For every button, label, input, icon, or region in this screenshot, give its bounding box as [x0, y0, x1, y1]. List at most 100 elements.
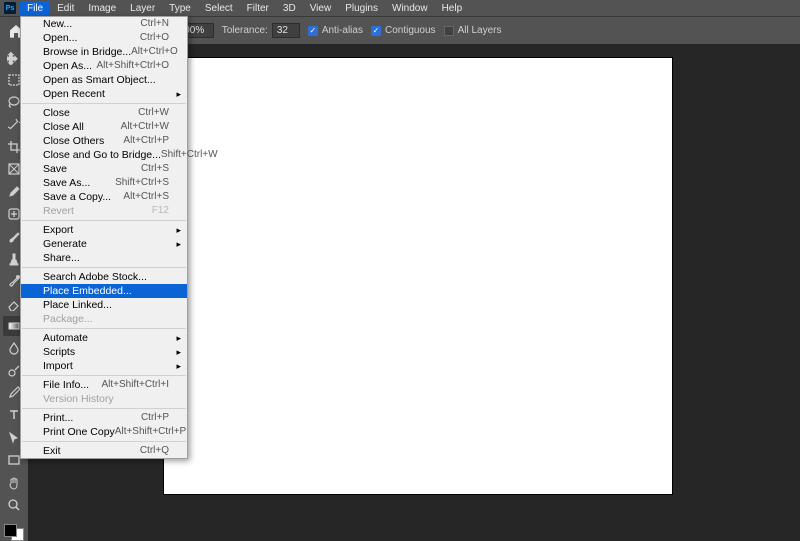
- antialias-checkbox[interactable]: ✓ Anti-alias: [308, 25, 363, 36]
- menu-open-as-smart-object[interactable]: Open as Smart Object...: [21, 73, 187, 87]
- menu-item-shortcut: Ctrl+W: [138, 107, 169, 119]
- menubar-image[interactable]: Image: [81, 1, 123, 16]
- menu-scripts[interactable]: Scripts: [21, 345, 187, 359]
- rectangle-icon: [7, 453, 21, 467]
- menubar-view[interactable]: View: [303, 1, 339, 16]
- menu-browse-in-bridge[interactable]: Browse in Bridge...Alt+Ctrl+O: [21, 45, 187, 59]
- menu-item-label: Import: [43, 360, 73, 372]
- menu-open-as[interactable]: Open As...Alt+Shift+Ctrl+O: [21, 59, 187, 73]
- menu-item-label: Print One Copy: [43, 426, 115, 438]
- check-icon: ✓: [371, 26, 381, 36]
- menu-item-shortcut: Alt+Shift+Ctrl+I: [101, 379, 169, 391]
- check-icon: ✓: [308, 26, 318, 36]
- menu-item-label: Search Adobe Stock...: [43, 271, 147, 283]
- menu-item-label: Open Recent: [43, 88, 105, 100]
- menubar-file[interactable]: File: [20, 1, 50, 16]
- menu-item-label: Save a Copy...: [43, 191, 111, 203]
- menu-export[interactable]: Export: [21, 223, 187, 237]
- menu-item-shortcut: Ctrl+S: [141, 163, 169, 175]
- menu-item-label: Place Embedded...: [43, 285, 132, 297]
- path-select-icon: [7, 431, 21, 445]
- menu-item-shortcut: Ctrl+O: [140, 32, 169, 44]
- menu-item-label: Revert: [43, 205, 74, 217]
- menu-file-info[interactable]: File Info... Alt+Shift+Ctrl+I: [21, 378, 187, 392]
- menu-print-one-copy[interactable]: Print One CopyAlt+Shift+Ctrl+P: [21, 425, 187, 439]
- move-icon: [7, 51, 21, 65]
- menu-import[interactable]: Import: [21, 359, 187, 373]
- menu-item-label: Exit: [43, 445, 61, 457]
- file-menu-dropdown: New... Ctrl+N Open... Ctrl+OBrowse in Bridg…: [20, 16, 188, 459]
- canvas[interactable]: [164, 58, 672, 494]
- menu-item-label: Close and Go to Bridge...: [43, 149, 161, 161]
- menu-separator: [22, 267, 186, 268]
- menubar-filter[interactable]: Filter: [240, 1, 276, 16]
- menu-item-label: Scripts: [43, 346, 75, 358]
- menu-separator: [22, 375, 186, 376]
- menu-share[interactable]: Share...: [21, 251, 187, 265]
- lasso-icon: [7, 95, 21, 109]
- type-icon: [7, 408, 21, 422]
- menu-item-label: File Info...: [43, 379, 89, 391]
- menu-open-recent[interactable]: Open Recent: [21, 87, 187, 101]
- menu-item-shortcut: Alt+Ctrl+S: [123, 191, 169, 203]
- menubar-edit[interactable]: Edit: [50, 1, 81, 16]
- menubar-plugins[interactable]: Plugins: [338, 1, 385, 16]
- menu-separator: [22, 408, 186, 409]
- menu-item-label: New...: [43, 18, 72, 30]
- menu-item-label: Close Others: [43, 135, 104, 147]
- menubar-window[interactable]: Window: [385, 1, 435, 16]
- menu-close[interactable]: CloseCtrl+W: [21, 106, 187, 120]
- menu-close-all[interactable]: Close AllAlt+Ctrl+W: [21, 120, 187, 134]
- menu-version-history: Version History: [21, 392, 187, 406]
- menu-new[interactable]: New... Ctrl+N: [21, 17, 187, 31]
- tool-hand[interactable]: [3, 473, 25, 492]
- frame-icon: [7, 162, 21, 176]
- crop-icon: [7, 140, 21, 154]
- menu-close-and-go-to-bridge[interactable]: Close and Go to Bridge...Shift+Ctrl+W: [21, 148, 187, 162]
- tolerance-label: Tolerance:: [222, 25, 268, 36]
- gradient-icon: [7, 319, 21, 333]
- dodge-icon: [7, 364, 21, 378]
- menu-print[interactable]: Print...Ctrl+P: [21, 411, 187, 425]
- blur-icon: [7, 341, 21, 355]
- menu-item-label: Place Linked...: [43, 299, 112, 311]
- menu-generate[interactable]: Generate: [21, 237, 187, 251]
- tool-zoom[interactable]: [3, 495, 25, 514]
- menu-save-a-copy[interactable]: Save a Copy... Alt+Ctrl+S: [21, 190, 187, 204]
- menu-save[interactable]: Save Ctrl+S: [21, 162, 187, 176]
- menubar-type[interactable]: Type: [162, 1, 198, 16]
- alllayers-checkbox[interactable]: All Layers: [444, 25, 502, 36]
- menu-open[interactable]: Open... Ctrl+O: [21, 31, 187, 45]
- menu-item-label: Open...: [43, 32, 77, 44]
- menu-item-label: Print...: [43, 412, 73, 424]
- menu-item-shortcut: Ctrl+N: [140, 18, 169, 30]
- marquee-icon: [7, 73, 21, 87]
- menu-item-label: Open as Smart Object...: [43, 74, 156, 86]
- menu-place-embedded[interactable]: Place Embedded...: [21, 284, 187, 298]
- menu-item-label: Version History: [43, 393, 114, 405]
- menu-item-shortcut: Alt+Ctrl+P: [123, 135, 169, 147]
- menu-item-shortcut: Alt+Ctrl+W: [121, 121, 169, 133]
- menu-separator: [22, 441, 186, 442]
- menu-item-label: Automate: [43, 332, 88, 344]
- menubar-help[interactable]: Help: [435, 1, 470, 16]
- menu-item-shortcut: Alt+Shift+Ctrl+O: [96, 60, 169, 72]
- menu-item-label: Save: [43, 163, 67, 175]
- menu-save-as[interactable]: Save As...Shift+Ctrl+S: [21, 176, 187, 190]
- menu-place-linked[interactable]: Place Linked...: [21, 298, 187, 312]
- menu-exit[interactable]: Exit Ctrl+Q: [21, 444, 187, 458]
- fg-swatch[interactable]: [4, 524, 17, 537]
- app-icon: Ps: [4, 2, 16, 14]
- menu-item-label: Export: [43, 224, 73, 236]
- color-swatches[interactable]: [4, 524, 24, 541]
- menubar-select[interactable]: Select: [198, 1, 240, 16]
- heal-icon: [7, 207, 21, 221]
- contiguous-checkbox[interactable]: ✓ Contiguous: [371, 25, 436, 36]
- menubar-3d[interactable]: 3D: [276, 1, 303, 16]
- tolerance-input[interactable]: [272, 23, 300, 38]
- menu-automate[interactable]: Automate: [21, 331, 187, 345]
- menubar-layer[interactable]: Layer: [123, 1, 162, 16]
- menu-close-others[interactable]: Close Others Alt+Ctrl+P: [21, 134, 187, 148]
- menu-item-shortcut: Ctrl+Q: [140, 445, 169, 457]
- menu-search-adobe-stock[interactable]: Search Adobe Stock...: [21, 270, 187, 284]
